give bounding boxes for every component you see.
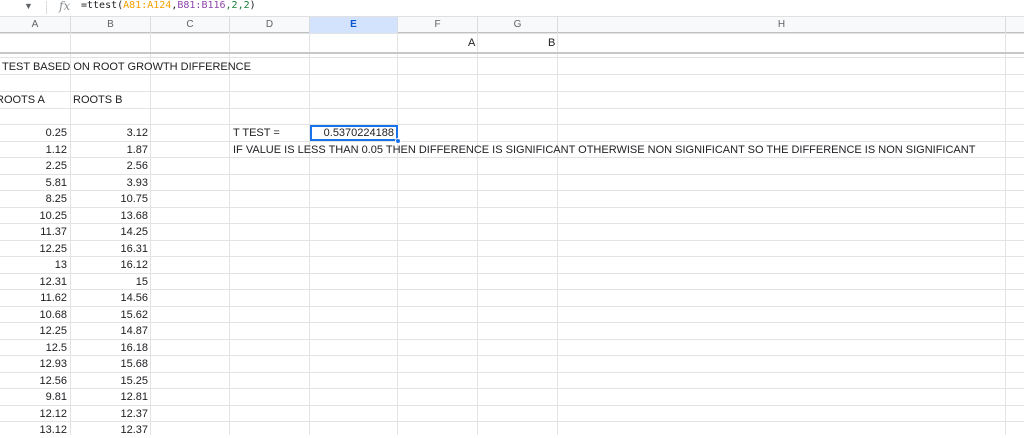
cell-roots-b-value[interactable]: 3.93	[71, 175, 148, 191]
cell-roots-b-value[interactable]: 10.75	[71, 191, 148, 207]
cell-roots-a-value[interactable]: 1.12	[0, 142, 67, 158]
column-header-f[interactable]: F	[398, 17, 478, 33]
column-header-d[interactable]: D	[230, 17, 310, 33]
cell-roots-b-value[interactable]: 15.68	[71, 356, 148, 372]
grid-line	[0, 256, 1024, 257]
grid-line	[0, 57, 1024, 58]
cell-roots-a-value[interactable]: 10.25	[0, 208, 67, 224]
cell-roots-a-value[interactable]: 11.37	[0, 224, 67, 240]
cell-roots-a-value[interactable]: 0.25	[0, 125, 67, 141]
formula-prefix: =ttest(	[81, 0, 124, 11]
cell-roots-b-value[interactable]: 12.81	[71, 389, 148, 405]
column-header-h[interactable]: H	[558, 17, 1006, 33]
grid-line	[0, 190, 1024, 191]
cell-roots-a-value[interactable]: 8.25	[0, 191, 67, 207]
name-box-dropdown-icon[interactable]: ▼	[24, 1, 33, 11]
cell-f-label[interactable]: A	[468, 35, 475, 51]
cell-roots-b-value[interactable]: 14.56	[71, 290, 148, 306]
cell-roots-b-value[interactable]: 15	[71, 274, 148, 290]
column-header-i[interactable]	[1006, 17, 1024, 33]
column-headers: A B C D E F G H	[0, 16, 1024, 33]
formula-range-2: B81:B116	[177, 0, 226, 11]
grid-line	[0, 273, 1024, 274]
cell-roots-b-value[interactable]: 16.12	[71, 257, 148, 273]
formula-args: ,2,2	[225, 0, 250, 11]
grid-line	[0, 306, 1024, 307]
cell-note[interactable]: IF VALUE IS LESS THAN 0.05 THEN DIFFEREN…	[233, 142, 975, 158]
cell-roots-b-header[interactable]: ROOTS B	[73, 92, 123, 108]
cell-roots-a-value[interactable]: 12.5	[0, 340, 67, 356]
cell-roots-b-value[interactable]: 12.37	[71, 406, 148, 422]
selected-cell-outline	[310, 125, 398, 141]
cell-roots-a-value[interactable]: 2.25	[0, 158, 67, 174]
grid-line	[0, 124, 1024, 125]
formula-input[interactable]: =ttest(A81:A124,B81:B116,2,2)	[81, 0, 256, 11]
cell-roots-b-value[interactable]: 1.87	[71, 142, 148, 158]
formula-bar-divider	[46, 1, 47, 14]
grid-line	[0, 223, 1024, 224]
grid-line	[1005, 33, 1006, 435]
column-header-g[interactable]: G	[478, 17, 558, 33]
grid-line	[0, 372, 1024, 373]
grid-line	[557, 33, 558, 435]
cell-roots-b-value[interactable]: 13.68	[71, 208, 148, 224]
cell-roots-b-value[interactable]: 3.12	[71, 125, 148, 141]
grid-line	[0, 33, 1024, 34]
cell-roots-b-value[interactable]: 2.56	[71, 158, 148, 174]
cell-roots-b-value[interactable]: 16.31	[71, 241, 148, 257]
cell-roots-a-value[interactable]: 12.93	[0, 356, 67, 372]
grid-line	[0, 240, 1024, 241]
cell-roots-a-value[interactable]: 12.25	[0, 241, 67, 257]
cell-roots-a-value[interactable]: 9.81	[0, 389, 67, 405]
grid-line	[0, 405, 1024, 406]
column-header-a[interactable]: A	[0, 17, 71, 33]
grid-line	[397, 33, 398, 435]
cell-g-label[interactable]: B	[548, 35, 555, 51]
cell-roots-a-header[interactable]: ROOTS A	[0, 92, 45, 108]
grid-line	[0, 339, 1024, 340]
cell-roots-b-value[interactable]: 15.62	[71, 307, 148, 323]
formula-range-1: A81:A124	[123, 0, 172, 11]
cell-roots-b-value[interactable]: 12.37	[71, 422, 148, 438]
cell-roots-a-value[interactable]: 12.25	[0, 323, 67, 339]
formula-close: )	[249, 0, 256, 11]
cell-roots-b-value[interactable]: 14.87	[71, 323, 148, 339]
grid-line	[0, 91, 1024, 92]
grid-line	[0, 289, 1024, 290]
cell-roots-a-value[interactable]: 12.31	[0, 274, 67, 290]
cell-roots-a-value[interactable]: 12.12	[0, 406, 67, 422]
fx-icon: fx	[59, 0, 71, 13]
grid-line	[0, 108, 1024, 109]
column-header-c[interactable]: C	[151, 17, 230, 33]
grid-line	[0, 174, 1024, 175]
grid-line	[309, 33, 310, 435]
grid-line	[0, 421, 1024, 422]
cell-roots-a-value[interactable]: 13.12	[0, 422, 67, 438]
cell-roots-a-value[interactable]: 12.56	[0, 373, 67, 389]
grid-line	[0, 388, 1024, 389]
cell-roots-a-value[interactable]: 11.62	[0, 290, 67, 306]
grid-line	[477, 33, 478, 435]
cell-roots-a-value[interactable]: 13	[0, 257, 67, 273]
frozen-row-divider	[0, 52, 1024, 54]
grid-line	[150, 33, 151, 435]
cell-roots-a-value[interactable]: 5.81	[0, 175, 67, 191]
grid-line	[229, 33, 230, 435]
grid-line	[0, 207, 1024, 208]
cell-roots-a-value[interactable]: 10.68	[0, 307, 67, 323]
formula-bar: ▼ fx =ttest(A81:A124,B81:B116,2,2)	[0, 0, 1024, 16]
cell-roots-b-value[interactable]: 16.18	[71, 340, 148, 356]
cell-ttest-label[interactable]: T TEST =	[233, 125, 280, 141]
cell-roots-b-value[interactable]: 15.25	[71, 373, 148, 389]
cell-roots-b-value[interactable]: 14.25	[71, 224, 148, 240]
column-header-b[interactable]: B	[71, 17, 151, 33]
cell-title[interactable]: TEST BASED ON ROOT GROWTH DIFFERENCE	[2, 59, 251, 75]
sheet-grid[interactable]: A B TEST BASED ON ROOT GROWTH DIFFERENCE…	[0, 33, 1024, 438]
column-header-e[interactable]: E	[310, 17, 398, 33]
grid-line	[0, 322, 1024, 323]
grid-line	[0, 355, 1024, 356]
